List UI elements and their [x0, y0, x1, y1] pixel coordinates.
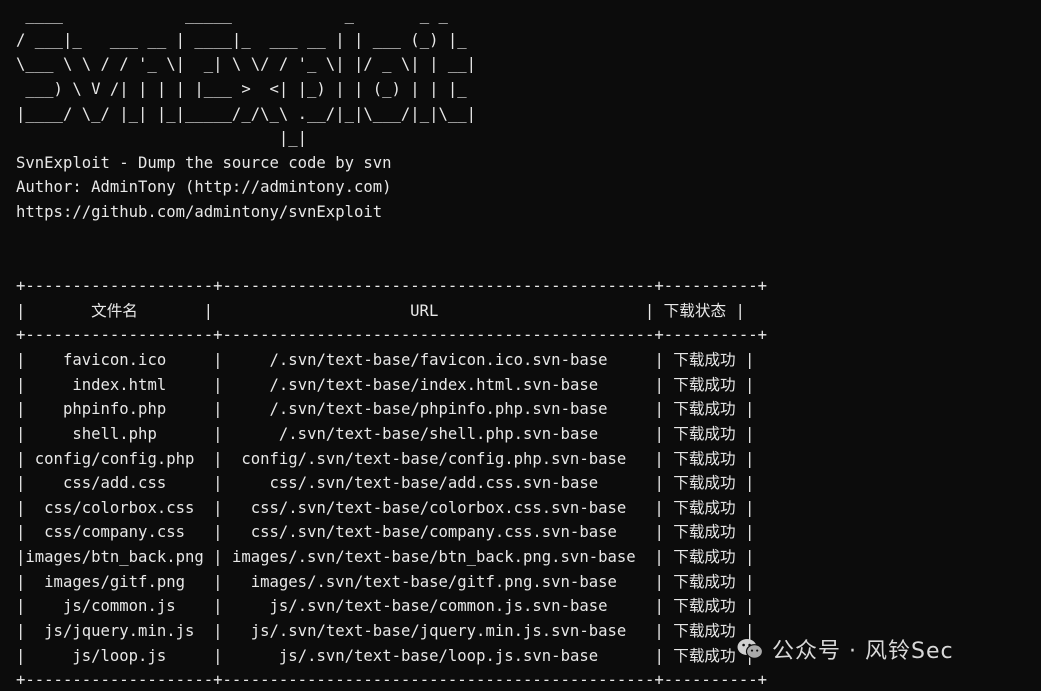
table-cell: /.svn/text-base/favicon.ico.svn-base [269, 350, 608, 369]
table-cell: js/common.js [62, 597, 176, 616]
terminal-window[interactable]: ____ _____ _ _ _ / ___|_ ___ __ | ____|_… [0, 0, 1041, 691]
table-row: | css/company.css | css/.svn/text-base/c… [16, 523, 755, 542]
table-cell: images/.svn/text-base/btn_back.png.svn-b… [231, 548, 636, 567]
table-row: | favicon.ico | /.svn/text-base/favicon.… [16, 350, 755, 369]
ascii-banner-line: |____/ \_/ |_| |_|_____/_/\_\ .__/|_|\__… [16, 104, 477, 123]
table-cell: 下载成功 [673, 646, 736, 665]
table-cell: 下载成功 [673, 523, 736, 542]
table-row: | js/common.js | js/.svn/text-base/commo… [16, 597, 755, 616]
table-cell: shell.php [72, 424, 157, 443]
table-cell: /.svn/text-base/index.html.svn-base [269, 375, 599, 394]
ascii-banner-line: |_| [16, 129, 477, 148]
info-line: Author: AdminTony (http://admintony.com) [16, 178, 392, 197]
table-cell: 下载状态 [663, 301, 727, 320]
table-row: | css/colorbox.css | css/.svn/text-base/… [16, 498, 755, 517]
table-cell: css/.svn/text-base/add.css.svn-base [269, 474, 599, 493]
table-cell: /.svn/text-base/phpinfo.php.svn-base [269, 400, 608, 419]
watermark: 公众号 · 风铃Sec [736, 633, 954, 665]
table-cell: phpinfo.php [62, 400, 167, 419]
ascii-banner-line: / ___|_ ___ __ | ____|_ ___ __ | | ___ (… [16, 30, 477, 49]
table-cell: URL [410, 301, 439, 320]
table-cell: 下载成功 [673, 400, 736, 419]
watermark-text: 公众号 · 风铃Sec [772, 639, 954, 664]
table-cell: config/config.php [34, 449, 195, 468]
table-cell: 下载成功 [673, 597, 736, 616]
table-border: +--------------------+------------------… [16, 671, 768, 690]
table-cell: images/.svn/text-base/gitf.png.svn-base [250, 572, 617, 591]
table-cell: images/gitf.png [44, 572, 185, 591]
table-cell: 下载成功 [673, 350, 736, 369]
table-cell: 下载成功 [673, 572, 736, 591]
ascii-banner-line: \___ \ \ / / '_ \| _| \ \/ / '_ \| |/ _ … [16, 55, 477, 74]
table-cell: css/.svn/text-base/colorbox.css.svn-base [250, 498, 627, 517]
table-border: +--------------------+------------------… [16, 277, 768, 296]
table-cell: css/.svn/text-base/company.css.svn-base [250, 523, 617, 542]
table-cell: 文件名 [91, 301, 138, 320]
table-row: | config/config.php | config/.svn/text-b… [16, 449, 755, 468]
table-row: | js/jquery.min.js | js/.svn/text-base/j… [16, 622, 755, 641]
table-cell: 下载成功 [673, 498, 736, 517]
table-cell: config/.svn/text-base/config.php.svn-bas… [241, 449, 627, 468]
table-cell: 下载成功 [673, 548, 736, 567]
table-cell: js/.svn/text-base/jquery.min.js.svn-base [250, 622, 627, 641]
table-header-row: | 文件名 | URL | 下载状态 | [16, 301, 745, 320]
table-cell: favicon.ico [62, 350, 167, 369]
table-row: | images/gitf.png | images/.svn/text-bas… [16, 572, 755, 591]
table-cell: js/jquery.min.js [44, 622, 195, 641]
table-row: | css/add.css | css/.svn/text-base/add.c… [16, 474, 755, 493]
table-cell: images/btn_back.png [25, 548, 204, 567]
table-cell: /.svn/text-base/shell.php.svn-base [278, 424, 599, 443]
table-cell: js/.svn/text-base/loop.js.svn-base [278, 646, 599, 665]
wechat-icon [736, 637, 764, 661]
table-cell: 下载成功 [673, 375, 736, 394]
table-row: | js/loop.js | js/.svn/text-base/loop.js… [16, 646, 755, 665]
table-cell: 下载成功 [673, 424, 736, 443]
table-cell: css/add.css [62, 474, 167, 493]
terminal-output: ____ _____ _ _ _ / ___|_ ___ __ | ____|_… [16, 3, 767, 691]
table-cell: js/loop.js [72, 646, 167, 665]
table-cell: 下载成功 [673, 622, 736, 641]
ascii-banner-line: ____ _____ _ _ _ [16, 6, 477, 24]
table-row: | phpinfo.php | /.svn/text-base/phpinfo.… [16, 400, 755, 419]
info-line: SvnExploit - Dump the source code by svn [16, 153, 392, 172]
table-cell: css/company.css [44, 523, 185, 542]
table-cell: 下载成功 [673, 474, 736, 493]
table-border: +--------------------+------------------… [16, 326, 768, 345]
ascii-banner-line: ___) \ V /| | | | |___ > <| |_) | | (_) … [16, 79, 477, 98]
table-cell: 下载成功 [673, 449, 736, 468]
table-cell: css/colorbox.css [44, 498, 195, 517]
table-cell: index.html [72, 375, 167, 394]
table-row: | shell.php | /.svn/text-base/shell.php.… [16, 424, 755, 443]
table-row: |images/btn_back.png | images/.svn/text-… [16, 548, 755, 567]
info-line: https://github.com/admintony/svnExploit [16, 203, 383, 222]
table-cell: js/.svn/text-base/common.js.svn-base [269, 597, 608, 616]
table-row: | index.html | /.svn/text-base/index.htm… [16, 375, 755, 394]
